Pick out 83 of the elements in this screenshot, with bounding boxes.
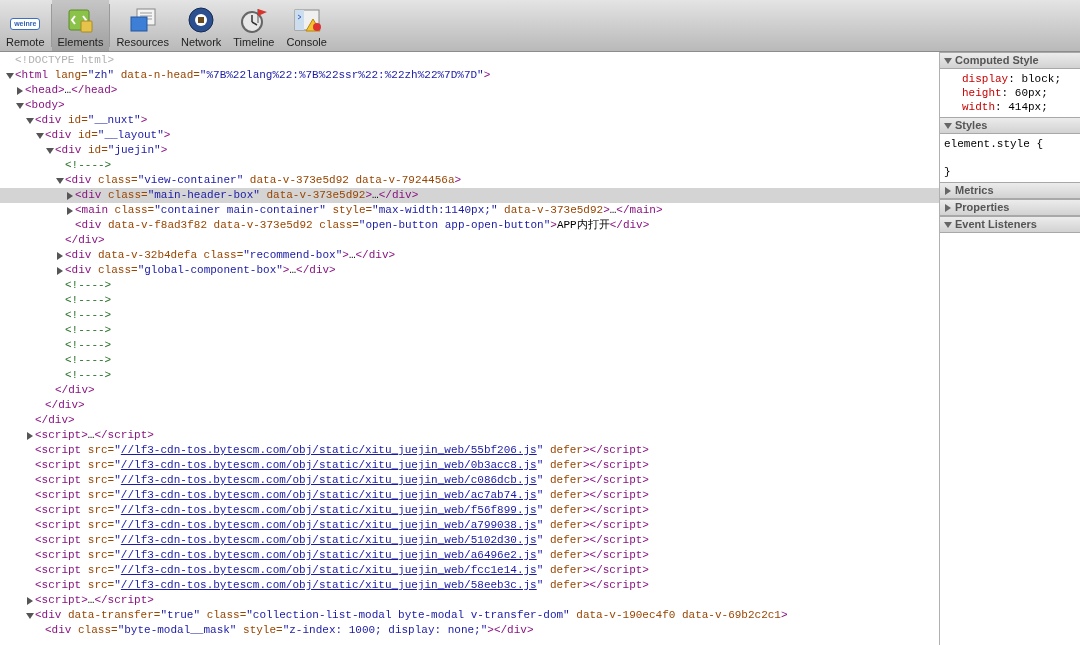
toolbar-tab[interactable]: Resources (110, 0, 175, 51)
markup-line: <div data-v-32b4defa class="recommend-box">…</div> (65, 248, 396, 263)
markup-line: <!----> (65, 293, 112, 308)
markup-line: <div class="main-header-box" data-v-373e5d92>…</div> (75, 188, 419, 203)
markup-line: <head>…</head> (25, 83, 118, 98)
toolbar-tab[interactable]: Console (280, 0, 333, 51)
css-property: display: block; (962, 72, 1063, 86)
link[interactable]: //lf3-cdn-tos.bytescm.com/obj/static/xitu_juejin_web/0b3acc8.js (120, 459, 537, 471)
markup-line: <div id="juejin"> (55, 143, 168, 158)
link[interactable]: //lf3-cdn-tos.bytescm.com/obj/static/xitu_juejin_web/a6496e2.js (120, 549, 537, 561)
expanded-triangle-icon[interactable] (26, 116, 34, 125)
expanded-triangle-icon[interactable] (6, 71, 14, 80)
markup-line: <!----> (65, 158, 112, 173)
markup-line: </div> (45, 398, 85, 413)
markup-line: <div class="byte-modal__mask" style="z-index: 1000; display: none;"></div> (45, 623, 534, 638)
markup-line: <script src="//lf3-cdn-tos.bytescm.com/obj/static/xitu_juejin_web/a799038.js" defer></script> (35, 518, 649, 533)
markup-line: <main class="container main-container" style="max-width:1140px;" data-v-373e5d92>…</main> (75, 203, 663, 218)
collapsed-triangle-icon[interactable] (66, 206, 74, 215)
markup-line: <div class="global-component-box">…</div> (65, 263, 336, 278)
css-selector: element.style { (944, 137, 1045, 151)
markup-line: <script src="//lf3-cdn-tos.bytescm.com/obj/static/xitu_juejin_web/ac7ab74.js" defer></script> (35, 488, 649, 503)
css-property: width: 414px; (962, 100, 1049, 114)
expanded-triangle-icon[interactable] (36, 131, 44, 140)
collapsed-triangle-icon[interactable] (66, 191, 74, 200)
markup-line: <script src="//lf3-cdn-tos.bytescm.com/obj/static/xitu_juejin_web/58eeb3c.js" defer></script> (35, 578, 649, 593)
link[interactable]: //lf3-cdn-tos.bytescm.com/obj/static/xitu_juejin_web/55bf206.js (120, 444, 537, 456)
markup-line: <script src="//lf3-cdn-tos.bytescm.com/obj/static/xitu_juejin_web/a6496e2.js" defer></script> (35, 548, 649, 563)
markup-line: <!----> (65, 308, 112, 323)
expanded-triangle-icon[interactable] (26, 611, 34, 620)
markup-line: <script src="//lf3-cdn-tos.bytescm.com/obj/static/xitu_juejin_web/55bf206.js" defer></script> (35, 443, 649, 458)
collapsed-triangle-icon[interactable] (56, 251, 64, 260)
markup-line: <html lang="zh" data-n-head="%7B%22lang%22:%7B%22ssr%22:%22zh%22%7D%7D"> (15, 68, 491, 83)
markup-line: <!----> (65, 323, 112, 338)
markup-line: </div> (35, 413, 75, 428)
section-header[interactable]: Computed Style (940, 52, 1080, 69)
documents-icon (128, 7, 157, 33)
tag-square-icon (66, 7, 95, 33)
section-header[interactable]: Metrics (940, 182, 1080, 199)
link[interactable]: //lf3-cdn-tos.bytescm.com/obj/static/xitu_juejin_web/fcc1e14.js (120, 564, 537, 576)
markup-line: <div id="__layout"> (45, 128, 171, 143)
markup-line: <script src="//lf3-cdn-tos.bytescm.com/obj/static/xitu_juejin_web/5102d30.js" defer></script> (35, 533, 649, 548)
terminal-warning-icon (292, 7, 321, 33)
markup-line: <script src="//lf3-cdn-tos.bytescm.com/obj/static/xitu_juejin_web/fcc1e14.js" defer></script> (35, 563, 649, 578)
markup-line: <!----> (65, 353, 112, 368)
markup-line: <div class="view-container" data-v-373e5d92 data-v-7924456a> (65, 173, 462, 188)
link[interactable]: //lf3-cdn-tos.bytescm.com/obj/static/xitu_juejin_web/58eeb3c.js (120, 579, 537, 591)
collapsed-triangle-icon[interactable] (26, 596, 34, 605)
css-brace: } (944, 165, 952, 179)
markup-line: <!----> (65, 338, 112, 353)
clock-flag-icon (239, 7, 268, 33)
markup-line: </div> (65, 233, 105, 248)
link[interactable]: //lf3-cdn-tos.bytescm.com/obj/static/xitu_juejin_web/ac7ab74.js (120, 489, 537, 501)
markup-line: <script src="//lf3-cdn-tos.bytescm.com/obj/static/xitu_juejin_web/f56f899.js" defer></script> (35, 503, 649, 518)
markup-line: <body> (25, 98, 65, 113)
markup-line: <script src="//lf3-cdn-tos.bytescm.com/obj/static/xitu_juejin_web/c086dcb.js" defer></script> (35, 473, 649, 488)
markup-line: <div data-transfer="true" class="collection-list-modal byte-modal v-transfer-dom" data-v-190ec4f0 data-v-69b2c2c1> (35, 608, 788, 623)
markup-line: <div data-v-f8ad3f82 data-v-373e5d92 class="open-button app-open-button">APP内打开</div> (75, 218, 650, 233)
css-property: height: 60px; (962, 86, 1049, 100)
link[interactable]: //lf3-cdn-tos.bytescm.com/obj/static/xitu_juejin_web/f56f899.js (120, 504, 537, 516)
expanded-triangle-icon[interactable] (46, 146, 54, 155)
markup-line: </div> (55, 383, 95, 398)
section-header[interactable]: Event Listeners (940, 216, 1080, 233)
markup-line: <!DOCTYPE html> (15, 53, 115, 68)
toolbar-tab[interactable]: Network (174, 0, 228, 51)
collapsed-triangle-icon[interactable] (16, 86, 24, 95)
markup-line: <script>…</script> (35, 428, 154, 443)
link[interactable]: //lf3-cdn-tos.bytescm.com/obj/static/xitu_juejin_web/5102d30.js (120, 534, 537, 546)
globe-icon (187, 7, 216, 33)
collapsed-triangle-icon[interactable] (26, 431, 34, 440)
markup-line: <!----> (65, 278, 112, 293)
markup-line: <script src="//lf3-cdn-tos.bytescm.com/obj/static/xitu_juejin_web/0b3acc8.js" defer></script> (35, 458, 649, 473)
link[interactable]: //lf3-cdn-tos.bytescm.com/obj/static/xitu_juejin_web/a799038.js (120, 519, 537, 531)
section-header[interactable]: Styles (940, 117, 1080, 134)
expanded-triangle-icon[interactable] (16, 101, 24, 110)
collapsed-triangle-icon[interactable] (56, 266, 64, 275)
section-header[interactable]: Properties (940, 199, 1080, 216)
markup-line: <!----> (65, 368, 112, 383)
markup-line: <div id="__nuxt"> (35, 113, 148, 128)
link[interactable]: //lf3-cdn-tos.bytescm.com/obj/static/xitu_juejin_web/c086dcb.js (120, 474, 537, 486)
markup-line: <script>…</script> (35, 593, 154, 608)
toolbar-tab[interactable]: Elements (51, 0, 110, 51)
expanded-triangle-icon[interactable] (56, 176, 64, 185)
toolbar-tab[interactable]: Timeline (227, 0, 281, 51)
